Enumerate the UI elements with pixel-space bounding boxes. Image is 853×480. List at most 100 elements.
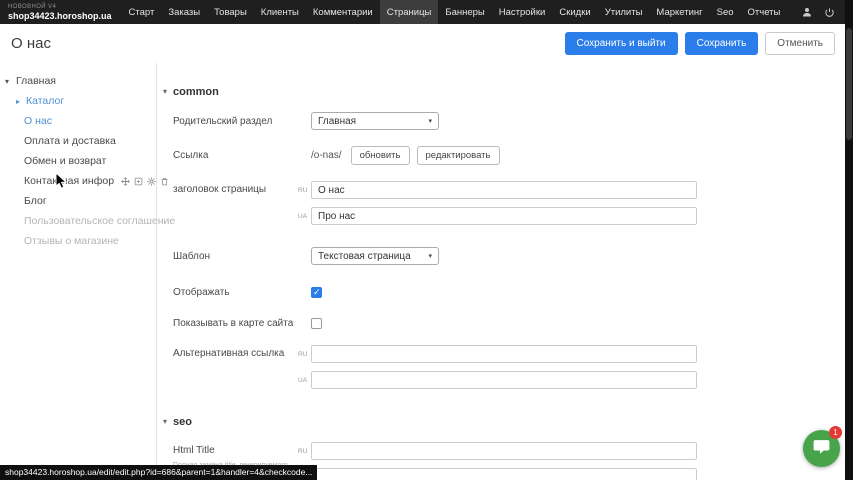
menu-item-seo[interactable]: Seo — [710, 0, 741, 24]
sidebar-item-label: Главная — [16, 75, 56, 87]
pages-tree-sidebar: ▾ Главная ▸ Каталог О нас Оплата и доста… — [0, 63, 157, 480]
main-menu: Старт Заказы Товары Клиенты Комментарии … — [122, 0, 788, 24]
sidebar-item-label: Отзывы о магазине — [24, 235, 119, 247]
alt-link-ua-input[interactable] — [311, 371, 697, 389]
chevron-right-icon[interactable]: ▸ — [16, 97, 20, 106]
brand-domain: shop34423.horoshop.ua — [8, 11, 112, 21]
page-title-ru-input[interactable] — [311, 181, 697, 199]
section-title: common — [173, 86, 219, 98]
topbar: НОВОВНОЙ V4 shop34423.horoshop.ua Старт … — [0, 0, 853, 24]
field-label: Показывать в карте сайта — [173, 318, 311, 329]
topbar-icons — [801, 6, 835, 18]
sidebar-item-label: Блог — [24, 195, 47, 207]
update-link-button[interactable]: обновить — [351, 146, 410, 165]
move-icon[interactable] — [121, 177, 130, 186]
html-title-ua-input[interactable] — [311, 468, 697, 480]
field-label: Отображать — [173, 287, 311, 298]
sidebar-item-katalog[interactable]: ▸ Каталог — [0, 91, 156, 111]
brand[interactable]: НОВОВНОЙ V4 shop34423.horoshop.ua — [0, 2, 122, 23]
chat-badge: 1 — [829, 426, 842, 439]
lang-ru-tag: RU — [298, 351, 307, 358]
menu-item-utilities[interactable]: Утилиты — [598, 0, 650, 24]
menu-item-orders[interactable]: Заказы — [161, 0, 207, 24]
field-label: Ссылка — [173, 150, 311, 161]
app-window: НОВОВНОЙ V4 shop34423.horoshop.ua Старт … — [0, 0, 853, 480]
chevron-down-icon: ▾ — [163, 87, 167, 96]
alt-link-ru-input[interactable] — [311, 345, 697, 363]
sidebar-item-oplata-i-dostavka[interactable]: Оплата и доставка — [0, 131, 156, 151]
sidebar-item-kontaktnaya-infor[interactable]: Контактная инфор — [0, 171, 156, 191]
parent-section-select[interactable]: Главная ▾ — [311, 112, 439, 130]
lang-ru-tag: RU — [298, 187, 307, 194]
body-row: ▾ Главная ▸ Каталог О нас Оплата и доста… — [0, 63, 853, 480]
logout-icon[interactable] — [824, 7, 835, 18]
link-row: Ссылка /o-nas/ обновить редактировать — [173, 146, 853, 165]
page-scrollbar[interactable] — [845, 0, 853, 480]
sidebar-item-o-nas[interactable]: О нас — [0, 111, 156, 131]
header-actions: Сохранить и выйти Сохранить Отменить — [565, 32, 836, 55]
account-icon[interactable] — [801, 6, 813, 18]
html-title-ru-input[interactable] — [311, 442, 697, 460]
edit-link-button[interactable]: редактировать — [417, 146, 500, 165]
lang-ua-tag: UA — [298, 377, 307, 384]
template-select[interactable]: Текстовая страница ▾ — [311, 247, 439, 265]
menu-item-pages[interactable]: Страницы — [380, 0, 439, 24]
cancel-button[interactable]: Отменить — [765, 32, 835, 55]
link-value: /o-nas/ — [311, 150, 342, 161]
sitemap-checkbox[interactable] — [311, 318, 322, 329]
sidebar-item-label: Обмен и возврат — [24, 155, 106, 167]
scrollbar-thumb[interactable] — [846, 28, 852, 140]
section-title: seo — [173, 416, 192, 428]
sidebar-item-label: Пользовательское соглашение — [24, 215, 175, 227]
field-label: заголовок страницы — [173, 181, 311, 199]
chevron-down-icon: ▾ — [428, 117, 432, 125]
menu-item-comments[interactable]: Комментарии — [306, 0, 380, 24]
lang-ua-tag: UA — [298, 213, 307, 220]
menu-item-marketing[interactable]: Маркетинг — [649, 0, 709, 24]
page-header: О нас Сохранить и выйти Сохранить Отмени… — [0, 24, 853, 63]
parent-section-row: Родительский раздел Главная ▾ — [173, 112, 853, 130]
menu-item-settings[interactable]: Настройки — [492, 0, 553, 24]
sidebar-item-label: О нас — [24, 115, 52, 127]
chevron-down-icon: ▾ — [163, 417, 167, 426]
chevron-down-icon[interactable]: ▾ — [5, 77, 9, 86]
save-button[interactable]: Сохранить — [685, 32, 759, 55]
common-section-header[interactable]: ▾ common — [163, 85, 853, 98]
chevron-down-icon: ▾ — [428, 252, 432, 260]
seo-section-header[interactable]: ▾ seo — [163, 415, 853, 428]
add-icon[interactable] — [134, 177, 143, 186]
menu-item-products[interactable]: Товары — [207, 0, 254, 24]
status-url: shop34423.horoshop.ua/edit/edit.php?id=6… — [0, 465, 317, 480]
sidebar-item-label: Каталог — [26, 95, 64, 107]
menu-item-clients[interactable]: Клиенты — [254, 0, 306, 24]
alt-link-row: Альтернативная ссылка RU UA — [173, 345, 853, 389]
sitemap-row: Показывать в карте сайта — [173, 318, 853, 329]
sidebar-item-otzyvy[interactable]: Отзывы о магазине — [0, 231, 156, 251]
field-label: Шаблон — [173, 251, 311, 262]
display-row: Отображать — [173, 287, 853, 298]
select-value: Главная — [318, 116, 356, 127]
page-edit-form: ▾ common Родительский раздел Главная ▾ С… — [157, 63, 853, 480]
menu-item-start[interactable]: Старт — [122, 0, 162, 24]
chat-widget[interactable]: 1 — [803, 430, 840, 467]
template-row: Шаблон Текстовая страница ▾ — [173, 247, 853, 265]
sidebar-item-soglashenie[interactable]: Пользовательское соглашение — [0, 211, 156, 231]
sidebar-item-label: Контактная инфор — [24, 175, 114, 187]
menu-item-discounts[interactable]: Скидки — [552, 0, 597, 24]
sidebar-item-label: Оплата и доставка — [24, 135, 116, 147]
page-title-ua-input[interactable] — [311, 207, 697, 225]
page-title-row: заголовок страницы RU UA — [173, 181, 853, 225]
brand-version: НОВОВНОЙ V4 — [8, 4, 112, 11]
sidebar-item-blog[interactable]: Блог — [0, 191, 156, 211]
sidebar-item-obmen-i-vozvrat[interactable]: Обмен и возврат — [0, 151, 156, 171]
page-title: О нас — [11, 35, 51, 52]
lang-ru-tag: RU — [298, 448, 307, 455]
sidebar-item-glavnaya[interactable]: ▾ Главная — [0, 71, 156, 91]
menu-item-banners[interactable]: Баннеры — [438, 0, 491, 24]
save-exit-button[interactable]: Сохранить и выйти — [565, 32, 678, 55]
gear-icon[interactable] — [147, 177, 156, 186]
field-label: Альтернативная ссылка — [173, 345, 311, 363]
menu-item-reports[interactable]: Отчеты — [741, 0, 788, 24]
field-label: Родительский раздел — [173, 116, 311, 127]
display-checkbox[interactable] — [311, 287, 322, 298]
